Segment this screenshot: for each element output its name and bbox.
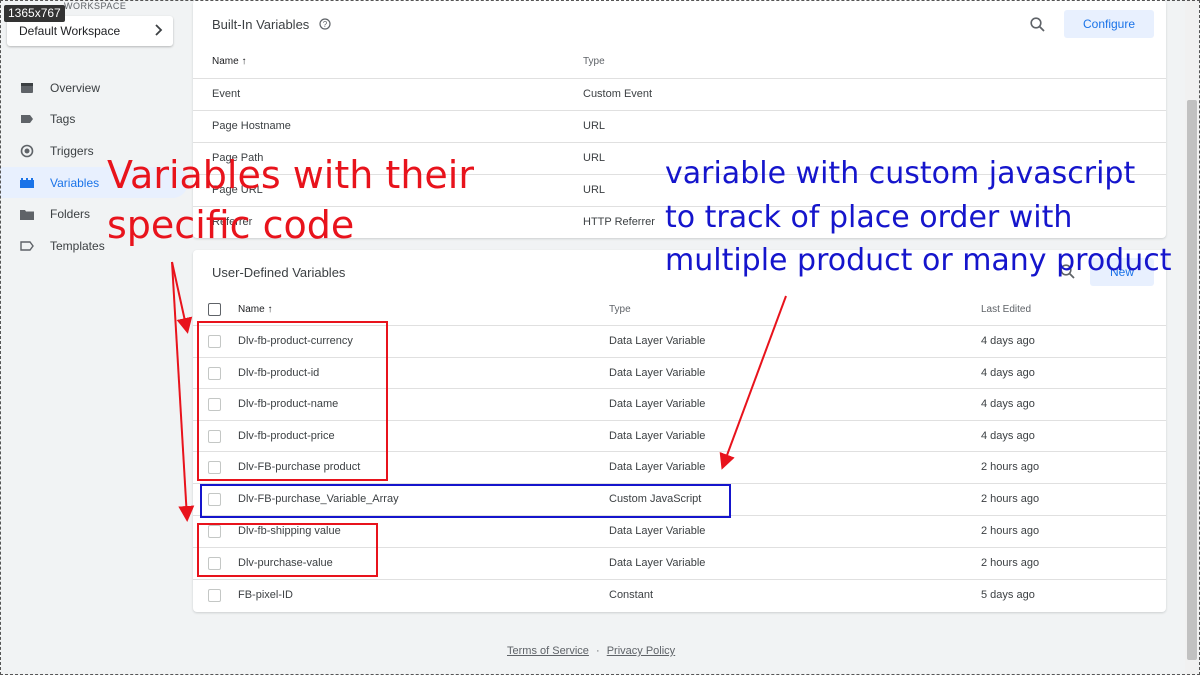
variable-type: Data Layer Variable bbox=[609, 461, 706, 474]
row-checkbox[interactable] bbox=[208, 588, 221, 602]
select-all-checkbox[interactable] bbox=[208, 303, 221, 317]
table-row[interactable]: Event Custom Event bbox=[193, 78, 1166, 110]
variable-type: Data Layer Variable bbox=[609, 557, 706, 570]
builtin-title-text: Built-In Variables bbox=[212, 17, 310, 32]
blue-annotation: variable with custom javascript to track… bbox=[665, 152, 1171, 283]
variable-type: Constant bbox=[609, 589, 654, 602]
variable-type: HTTP Referrer bbox=[583, 216, 655, 229]
variable-type: URL bbox=[583, 152, 606, 165]
terms-of-service-link[interactable]: Terms of Service bbox=[507, 645, 589, 657]
variable-type: URL bbox=[583, 184, 606, 197]
help-icon[interactable]: ? bbox=[319, 18, 331, 33]
dimension-badge: 1365x767 bbox=[4, 5, 65, 22]
sidebar-item-overview[interactable]: Overview bbox=[0, 72, 188, 104]
trigger-icon bbox=[20, 144, 34, 158]
variable-type: Data Layer Variable bbox=[609, 335, 706, 348]
last-edited: 2 hours ago bbox=[981, 525, 1040, 538]
type-column-header: Type bbox=[583, 56, 605, 68]
red-arrow bbox=[171, 261, 195, 522]
red-highlight-box-bottom bbox=[197, 523, 378, 577]
variable-link[interactable]: Page Hostname bbox=[212, 120, 291, 132]
workspace-name: Default Workspace bbox=[19, 24, 121, 38]
name-column-header[interactable]: Name ↑ bbox=[212, 56, 246, 67]
page-footer: Terms of Service · Privacy Policy bbox=[507, 645, 675, 657]
table-row[interactable]: FB-pixel-ID Constant 5 days ago bbox=[193, 579, 1166, 611]
last-edited: 2 hours ago bbox=[981, 493, 1040, 506]
variable-type: URL bbox=[583, 120, 606, 133]
sidebar-item-label: Triggers bbox=[50, 143, 94, 158]
last-edited-column-header: Last Edited bbox=[981, 304, 1032, 316]
column-label: Name bbox=[238, 304, 265, 316]
sort-up-icon: ↑ bbox=[241, 56, 247, 68]
blue-annotation-line: multiple product or many product bbox=[665, 243, 1172, 278]
red-annotation: Variables with their specific code bbox=[107, 153, 474, 248]
last-edited: 5 days ago bbox=[981, 589, 1035, 602]
svg-text:?: ? bbox=[323, 20, 328, 29]
sidebar-item-label: Variables bbox=[50, 175, 100, 190]
table-row[interactable]: Page Hostname URL bbox=[193, 110, 1166, 142]
variable-type: Data Layer Variable bbox=[609, 525, 706, 538]
variable-type: Data Layer Variable bbox=[609, 367, 706, 380]
folder-icon bbox=[20, 207, 34, 221]
footer-separator: · bbox=[595, 645, 600, 657]
name-column-header[interactable]: Name ↑ bbox=[238, 304, 272, 315]
sidebar-item-label: Templates bbox=[50, 238, 105, 253]
variable-type: Custom Event bbox=[583, 88, 653, 101]
red-highlight-box-top bbox=[197, 321, 388, 481]
last-edited: 4 days ago bbox=[981, 430, 1035, 443]
red-annotation-line: specific code bbox=[107, 202, 355, 247]
user-defined-card-title: User-Defined Variables bbox=[212, 265, 346, 280]
workspace-label: WORKSPACE bbox=[64, 1, 127, 11]
template-icon bbox=[20, 239, 34, 253]
red-arrow bbox=[171, 261, 193, 334]
variable-type: Data Layer Variable bbox=[609, 430, 706, 443]
search-icon[interactable] bbox=[1030, 17, 1045, 35]
scrollbar-thumb[interactable] bbox=[1187, 100, 1197, 660]
variable-link[interactable]: FB-pixel-ID bbox=[238, 589, 293, 601]
sort-up-icon: ↑ bbox=[267, 304, 273, 316]
chevron-right-icon bbox=[153, 23, 163, 39]
sidebar-item-label: Overview bbox=[50, 80, 101, 95]
type-column-header: Type bbox=[609, 304, 631, 316]
tag-icon bbox=[20, 112, 34, 126]
configure-button[interactable]: Configure bbox=[1064, 10, 1154, 38]
variable-link[interactable]: Event bbox=[212, 88, 240, 100]
builtin-table-header: Name ↑ Type bbox=[193, 46, 1166, 78]
privacy-policy-link[interactable]: Privacy Policy bbox=[607, 645, 675, 657]
builtin-card-title: Built-In Variables ? bbox=[212, 17, 331, 33]
last-edited: 2 hours ago bbox=[981, 461, 1040, 474]
blue-annotation-line: to track of place order with bbox=[665, 199, 1073, 235]
sidebar-item-label: Folders bbox=[50, 207, 91, 222]
last-edited: 2 hours ago bbox=[981, 557, 1040, 570]
blue-highlight-box bbox=[200, 484, 731, 518]
blue-annotation-line: variable with custom javascript bbox=[665, 156, 1136, 191]
overview-icon bbox=[20, 81, 34, 95]
variables-icon bbox=[20, 176, 34, 190]
last-edited: 4 days ago bbox=[981, 398, 1035, 411]
sidebar-item-label: Tags bbox=[50, 112, 76, 127]
sidebar-item-tags[interactable]: Tags bbox=[0, 104, 188, 136]
last-edited: 4 days ago bbox=[981, 335, 1035, 348]
last-edited: 4 days ago bbox=[981, 367, 1035, 380]
red-annotation-line: Variables with their bbox=[107, 153, 474, 197]
variable-type: Data Layer Variable bbox=[609, 398, 706, 411]
column-label: Name bbox=[212, 56, 239, 68]
